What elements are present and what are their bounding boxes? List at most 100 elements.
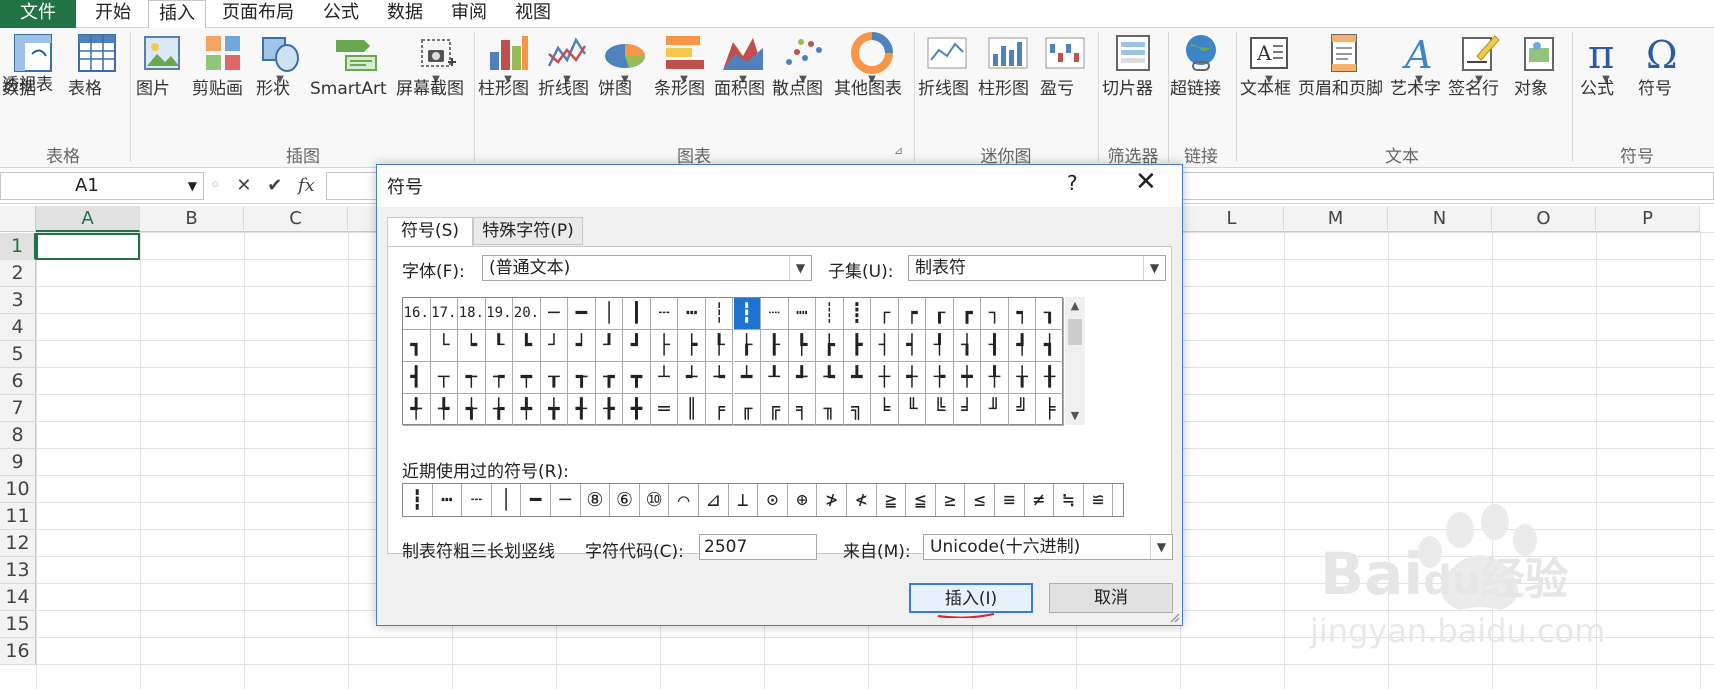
symbol-cell[interactable]: ╒: [705, 394, 734, 426]
hyperlink-button[interactable]: 超链接: [1170, 32, 1232, 142]
symbol-cell[interactable]: ┳: [623, 362, 651, 394]
shapes-button[interactable]: 形状 ▼: [256, 32, 304, 142]
screenshot-button[interactable]: 屏幕截图 ▼: [396, 32, 476, 142]
name-box[interactable]: A1 ▼: [0, 172, 204, 200]
symbol-cell[interactable]: ╘: [871, 394, 899, 426]
column-header[interactable]: C: [244, 206, 348, 232]
symbol-cell[interactable]: ┲: [595, 362, 624, 394]
row-header[interactable]: 16: [0, 638, 36, 665]
row-header[interactable]: 5: [0, 341, 36, 368]
symbol-cell[interactable]: ┟: [733, 330, 762, 362]
file-tab[interactable]: 文件: [0, 0, 76, 28]
recent-symbol-cell[interactable]: ┇: [403, 484, 433, 516]
column-header[interactable]: A: [36, 206, 140, 232]
cancel-icon[interactable]: ✕: [236, 175, 251, 196]
symbol-cell[interactable]: ╕: [788, 394, 817, 426]
symbol-cell[interactable]: ╊: [595, 394, 624, 426]
symbol-cell[interactable]: ╓: [733, 394, 762, 426]
recent-symbol-cell[interactable]: │: [492, 484, 522, 516]
symbol-cell[interactable]: ┪: [1036, 330, 1064, 362]
symbol-cell[interactable]: ┨: [981, 330, 1009, 362]
symbol-cell[interactable]: ┞: [705, 330, 734, 362]
recent-symbol-cell[interactable]: ⌒: [669, 484, 699, 516]
symbol-cell[interactable]: ┎: [926, 298, 954, 330]
recent-symbol-cell[interactable]: ≤: [965, 484, 995, 516]
symbol-cell[interactable]: ┏: [953, 298, 982, 330]
symbol-grid-scrollbar[interactable]: ▲ ▼: [1065, 297, 1085, 425]
pie-chart-button[interactable]: 饼图 ▼: [598, 32, 652, 142]
symbol-button[interactable]: Ω 符号: [1638, 32, 1690, 142]
symbol-cell[interactable]: ┘: [540, 330, 569, 362]
symbol-cell[interactable]: ┾: [926, 362, 954, 394]
row-header[interactable]: 13: [0, 557, 36, 584]
tab-data[interactable]: 数据: [376, 0, 434, 28]
symbol-cell[interactable]: ║: [678, 394, 706, 426]
symbol-cell[interactable]: ╇: [513, 394, 541, 426]
symbol-cell[interactable]: ┇: [733, 298, 762, 330]
signature-button[interactable]: 签名行 ▼: [1448, 32, 1510, 142]
symbol-cell[interactable]: ┄: [650, 298, 679, 330]
symbol-cell[interactable]: ╂: [1036, 362, 1064, 394]
scroll-thumb[interactable]: [1068, 319, 1082, 345]
sparkline-column-button[interactable]: 柱形图: [978, 32, 1038, 142]
character-code-input[interactable]: 2507: [699, 534, 817, 560]
row-header[interactable]: 10: [0, 476, 36, 503]
recent-symbol-cell[interactable]: ┄: [462, 484, 492, 516]
symbol-cell[interactable]: ╃: [403, 394, 431, 426]
wordart-button[interactable]: A 艺术字 ▼: [1390, 32, 1448, 142]
symbol-cell[interactable]: 18.: [458, 298, 486, 330]
cancel-button[interactable]: 取消: [1049, 583, 1173, 613]
symbol-cell[interactable]: ┷: [733, 362, 762, 394]
row-header[interactable]: 7: [0, 395, 36, 422]
symbol-cell[interactable]: ┠: [761, 330, 789, 362]
row-header[interactable]: 2: [0, 260, 36, 287]
pivot-table-button[interactable]: 数据 透视表: [2, 32, 64, 142]
tab-view[interactable]: 视图: [504, 0, 562, 28]
symbol-cell[interactable]: ┒: [1036, 298, 1064, 330]
object-button[interactable]: 对象: [1514, 32, 1564, 142]
slicer-button[interactable]: 切片器: [1102, 32, 1164, 142]
symbol-cell[interactable]: ┡: [788, 330, 817, 362]
symbol-cell[interactable]: 20.: [513, 298, 541, 330]
symbol-cell[interactable]: ┗: [513, 330, 541, 362]
recent-symbol-cell[interactable]: ≮: [847, 484, 877, 516]
chevron-down-icon[interactable]: ▼: [188, 173, 197, 199]
insert-button[interactable]: 插入(I): [909, 583, 1033, 613]
symbol-cell[interactable]: ┚: [595, 330, 624, 362]
symbol-cell[interactable]: ┝: [678, 330, 706, 362]
symbol-cell[interactable]: ┯: [513, 362, 541, 394]
symbol-cell[interactable]: ┥: [898, 330, 927, 362]
symbol-cell[interactable]: ╔: [761, 394, 789, 426]
symbol-cell[interactable]: ┹: [788, 362, 817, 394]
symbol-cell[interactable]: ┬: [430, 362, 459, 394]
line-chart-button[interactable]: 折线图 ▼: [538, 32, 596, 142]
smartart-button[interactable]: SmartArt: [310, 32, 402, 142]
symbol-cell[interactable]: ╞: [1036, 394, 1064, 426]
symbol-cell[interactable]: ┶: [705, 362, 734, 394]
from-select[interactable]: Unicode(十六进制) ▼: [923, 534, 1173, 560]
dialog-launcher-icon[interactable]: ⊿: [894, 144, 903, 157]
enter-icon[interactable]: ✔: [267, 175, 282, 196]
symbol-cell[interactable]: ╁: [1008, 362, 1037, 394]
tab-review[interactable]: 审阅: [440, 0, 498, 28]
symbol-cell[interactable]: ├: [650, 330, 679, 362]
symbol-cell[interactable]: ┆: [705, 298, 734, 330]
column-header[interactable]: P: [1596, 206, 1700, 232]
symbol-cell[interactable]: 16.: [403, 298, 431, 330]
column-header[interactable]: L: [1180, 206, 1284, 232]
symbol-cell[interactable]: ┐: [981, 298, 1009, 330]
recent-symbol-cell[interactable]: ⑥: [610, 484, 640, 516]
symbol-cell[interactable]: ╈: [540, 394, 569, 426]
recent-symbol-cell[interactable]: ⊥: [729, 484, 759, 516]
equation-button[interactable]: π 公式 ▼: [1580, 32, 1632, 142]
row-header[interactable]: 11: [0, 503, 36, 530]
symbol-cell[interactable]: ┤: [871, 330, 899, 362]
row-header[interactable]: 15: [0, 611, 36, 638]
tab-home[interactable]: 开始: [80, 0, 146, 28]
scatter-chart-button[interactable]: 散点图 ▼: [772, 32, 834, 142]
symbol-cell[interactable]: ┍: [898, 298, 927, 330]
recent-symbol-cell[interactable]: ⑩: [640, 484, 670, 516]
column-header[interactable]: O: [1492, 206, 1596, 232]
symbol-cell[interactable]: ┢: [816, 330, 844, 362]
insert-function-icon[interactable]: fx: [298, 175, 315, 196]
